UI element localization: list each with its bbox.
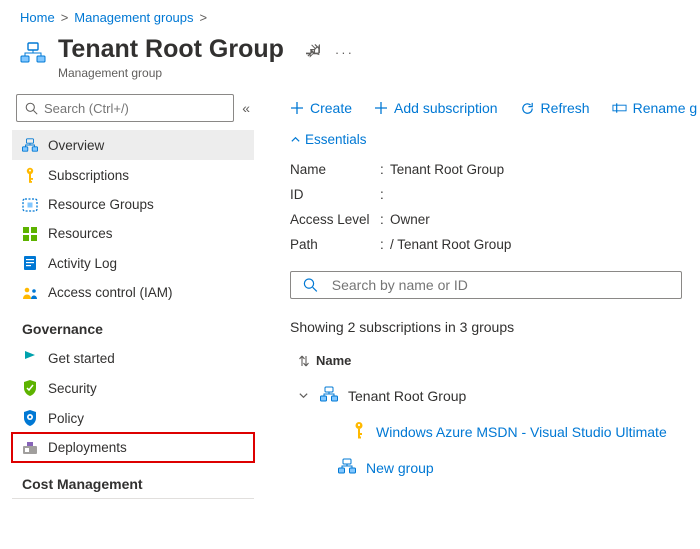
tree-row-subscription[interactable]: Windows Azure MSDN - Visual Studio Ultim… bbox=[290, 413, 700, 450]
key-icon bbox=[22, 167, 38, 183]
add-subscription-button[interactable]: Add subscription bbox=[374, 100, 498, 116]
column-label: Name bbox=[316, 353, 351, 368]
sidebar-search[interactable] bbox=[16, 94, 234, 122]
essentials-key: Name bbox=[290, 162, 380, 177]
sidebar-item-deployments[interactable]: Deployments bbox=[12, 433, 254, 462]
sidebar-item-label: Activity Log bbox=[48, 256, 117, 271]
sidebar-item-resources[interactable]: Resources bbox=[12, 219, 254, 248]
chevron-down-icon[interactable] bbox=[298, 388, 310, 404]
essentials-key: Access Level bbox=[290, 212, 380, 227]
access-control-icon bbox=[22, 286, 38, 300]
sidebar-item-get-started[interactable]: Get started bbox=[12, 343, 254, 373]
resources-icon bbox=[22, 227, 38, 241]
toolbar-label: Create bbox=[310, 100, 352, 116]
policy-icon bbox=[22, 410, 38, 426]
sidebar-item-label: Subscriptions bbox=[48, 168, 129, 183]
sidebar-item-label: Deployments bbox=[48, 440, 127, 455]
sidebar-item-subscriptions[interactable]: Subscriptions bbox=[12, 160, 254, 190]
essentials-label: Essentials bbox=[305, 132, 367, 147]
create-button[interactable]: Create bbox=[290, 100, 352, 116]
page-title: Tenant Root Group bbox=[58, 35, 284, 64]
tree-label: Tenant Root Group bbox=[348, 388, 466, 404]
get-started-icon bbox=[22, 350, 38, 366]
essentials-value: / Tenant Root Group bbox=[390, 237, 511, 252]
sidebar-item-label: Resources bbox=[48, 226, 113, 241]
sidebar-item-label: Overview bbox=[48, 138, 104, 153]
tree-link[interactable]: Windows Azure MSDN - Visual Studio Ultim… bbox=[376, 424, 667, 440]
essentials-row-id: ID: bbox=[290, 182, 700, 207]
page-header: Tenant Root Group Management group ··· bbox=[0, 25, 700, 94]
main-search[interactable] bbox=[290, 271, 682, 299]
refresh-button[interactable]: Refresh bbox=[520, 100, 590, 116]
sort-icon bbox=[298, 354, 310, 368]
sidebar-item-overview[interactable]: Overview bbox=[12, 130, 254, 160]
sidebar-item-resource-groups[interactable]: Resource Groups bbox=[12, 190, 254, 219]
main: Create Add subscription Refresh Rename g… bbox=[260, 94, 700, 503]
pin-icon[interactable] bbox=[306, 43, 321, 61]
tree-link[interactable]: New group bbox=[366, 460, 434, 476]
collapse-sidebar-icon[interactable]: « bbox=[242, 100, 250, 116]
sidebar: « Overview Subscriptions Resource Groups… bbox=[0, 94, 260, 503]
plus-icon bbox=[374, 101, 388, 115]
sidebar-section-cost: Cost Management bbox=[12, 462, 254, 499]
deployments-icon bbox=[22, 441, 38, 455]
showing-text: Showing 2 subscriptions in 3 groups bbox=[290, 313, 700, 349]
sidebar-item-access-control[interactable]: Access control (IAM) bbox=[12, 278, 254, 307]
main-search-input[interactable] bbox=[332, 277, 669, 293]
tree-row-root[interactable]: Tenant Root Group bbox=[290, 378, 700, 413]
essentials-value: Owner bbox=[390, 212, 430, 227]
sidebar-section-governance: Governance bbox=[12, 307, 254, 343]
breadcrumb-home[interactable]: Home bbox=[20, 10, 55, 25]
rename-button[interactable]: Rename g bbox=[612, 100, 698, 116]
essentials-key: ID bbox=[290, 187, 380, 202]
breadcrumb-sep: > bbox=[61, 10, 69, 25]
column-header-name[interactable]: Name bbox=[290, 349, 700, 378]
breadcrumb: Home > Management groups > bbox=[0, 0, 700, 25]
security-icon bbox=[22, 380, 38, 396]
toolbar: Create Add subscription Refresh Rename g bbox=[290, 94, 700, 128]
sidebar-item-policy[interactable]: Policy bbox=[12, 403, 254, 433]
essentials-row-access: Access Level: Owner bbox=[290, 207, 700, 232]
essentials-key: Path bbox=[290, 237, 380, 252]
essentials-row-path: Path: / Tenant Root Group bbox=[290, 232, 700, 257]
refresh-icon bbox=[520, 101, 535, 116]
breadcrumb-management-groups[interactable]: Management groups bbox=[74, 10, 193, 25]
sidebar-item-activity-log[interactable]: Activity Log bbox=[12, 248, 254, 278]
essentials-row-name: Name: Tenant Root Group bbox=[290, 157, 700, 182]
resource-group-icon bbox=[22, 198, 38, 212]
management-group-icon bbox=[338, 458, 356, 477]
toolbar-label: Rename g bbox=[633, 100, 698, 116]
breadcrumb-sep: > bbox=[200, 10, 208, 25]
search-icon bbox=[25, 102, 38, 115]
sidebar-item-label: Resource Groups bbox=[48, 197, 154, 212]
key-icon bbox=[352, 421, 366, 442]
rename-icon bbox=[612, 101, 627, 115]
management-group-icon bbox=[320, 386, 338, 405]
sidebar-item-label: Security bbox=[48, 381, 97, 396]
essentials-toggle[interactable]: Essentials bbox=[290, 128, 700, 157]
sidebar-item-label: Get started bbox=[48, 351, 115, 366]
sidebar-item-security[interactable]: Security bbox=[12, 373, 254, 403]
sidebar-search-input[interactable] bbox=[44, 101, 225, 116]
toolbar-label: Refresh bbox=[541, 100, 590, 116]
sidebar-item-label: Policy bbox=[48, 411, 84, 426]
page-subtitle: Management group bbox=[58, 66, 284, 80]
management-group-icon bbox=[20, 41, 46, 68]
toolbar-label: Add subscription bbox=[394, 100, 498, 116]
tree-row-group[interactable]: New group bbox=[290, 450, 700, 485]
management-group-icon bbox=[22, 137, 38, 153]
activity-log-icon bbox=[22, 255, 38, 271]
sidebar-item-label: Access control (IAM) bbox=[48, 285, 173, 300]
search-icon bbox=[303, 277, 318, 293]
chevron-up-icon bbox=[290, 134, 301, 145]
essentials-value: Tenant Root Group bbox=[390, 162, 504, 177]
plus-icon bbox=[290, 101, 304, 115]
more-icon[interactable]: ··· bbox=[335, 45, 354, 60]
